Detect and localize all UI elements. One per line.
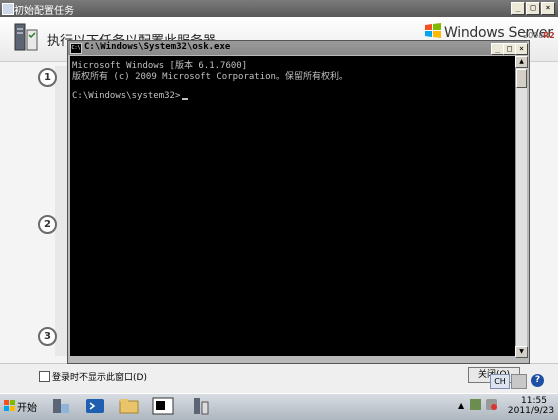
step-1-badge: 1 bbox=[38, 68, 57, 87]
osk-icon[interactable] bbox=[152, 396, 174, 416]
brand-release: R2 bbox=[543, 31, 555, 40]
console-prompt: C:\Windows\system32> bbox=[72, 91, 181, 101]
cmd-window-title: C:\Windows\System32\osk.exe bbox=[84, 42, 231, 52]
alert-icon bbox=[491, 404, 497, 410]
cmd-console[interactable]: Microsoft Windows [版本 6.1.7600] 版权所有 (c)… bbox=[70, 56, 515, 356]
keyboard-icon[interactable] bbox=[511, 374, 527, 389]
powershell-icon[interactable] bbox=[84, 396, 106, 416]
minimize-button[interactable]: _ bbox=[511, 2, 525, 15]
config-tasks-icon[interactable] bbox=[190, 396, 212, 416]
app-icon bbox=[2, 3, 14, 15]
step-2-badge: 2 bbox=[38, 215, 57, 234]
close-window-button[interactable]: × bbox=[541, 2, 555, 15]
help-icon[interactable]: ? bbox=[531, 374, 544, 387]
clock-time[interactable]: 11:55 bbox=[514, 396, 554, 406]
maximize-button[interactable]: □ bbox=[526, 2, 540, 15]
text-cursor bbox=[182, 98, 188, 100]
language-indicator[interactable]: CH bbox=[490, 374, 510, 389]
scroll-thumb[interactable] bbox=[516, 69, 527, 88]
network-icon[interactable] bbox=[470, 399, 481, 410]
start-flag-icon bbox=[4, 400, 15, 411]
dont-show-checkbox[interactable] bbox=[39, 371, 50, 382]
cmd-close-button[interactable]: × bbox=[515, 43, 528, 55]
server-tasks-icon bbox=[14, 23, 38, 51]
console-line: 版权所有 (c) 2009 Microsoft Corporation。保留所有… bbox=[72, 72, 348, 82]
clock-date[interactable]: 2011/9/23 bbox=[506, 406, 556, 416]
cmd-vertical-scrollbar[interactable] bbox=[515, 56, 527, 356]
brand-version: 2008 bbox=[523, 31, 544, 40]
server-manager-icon[interactable] bbox=[50, 396, 72, 416]
windows-logo-icon bbox=[425, 23, 441, 38]
step-3-badge: 3 bbox=[38, 327, 57, 346]
cmd-icon: C:\ bbox=[70, 43, 82, 54]
explorer-icon[interactable] bbox=[118, 396, 140, 416]
tray-expand-icon[interactable]: ▲ bbox=[458, 401, 464, 410]
start-label: 开始 bbox=[17, 403, 37, 414]
outer-titlebar[interactable]: 初始配置任务 _ □ × bbox=[0, 0, 558, 17]
scroll-up-arrow-icon[interactable]: ▲ bbox=[515, 56, 528, 68]
outer-window-title: 初始配置任务 bbox=[14, 6, 74, 17]
dont-show-label: 登录时不显示此窗口(D) bbox=[52, 373, 147, 383]
scroll-down-arrow-icon[interactable]: ▼ bbox=[515, 346, 528, 358]
